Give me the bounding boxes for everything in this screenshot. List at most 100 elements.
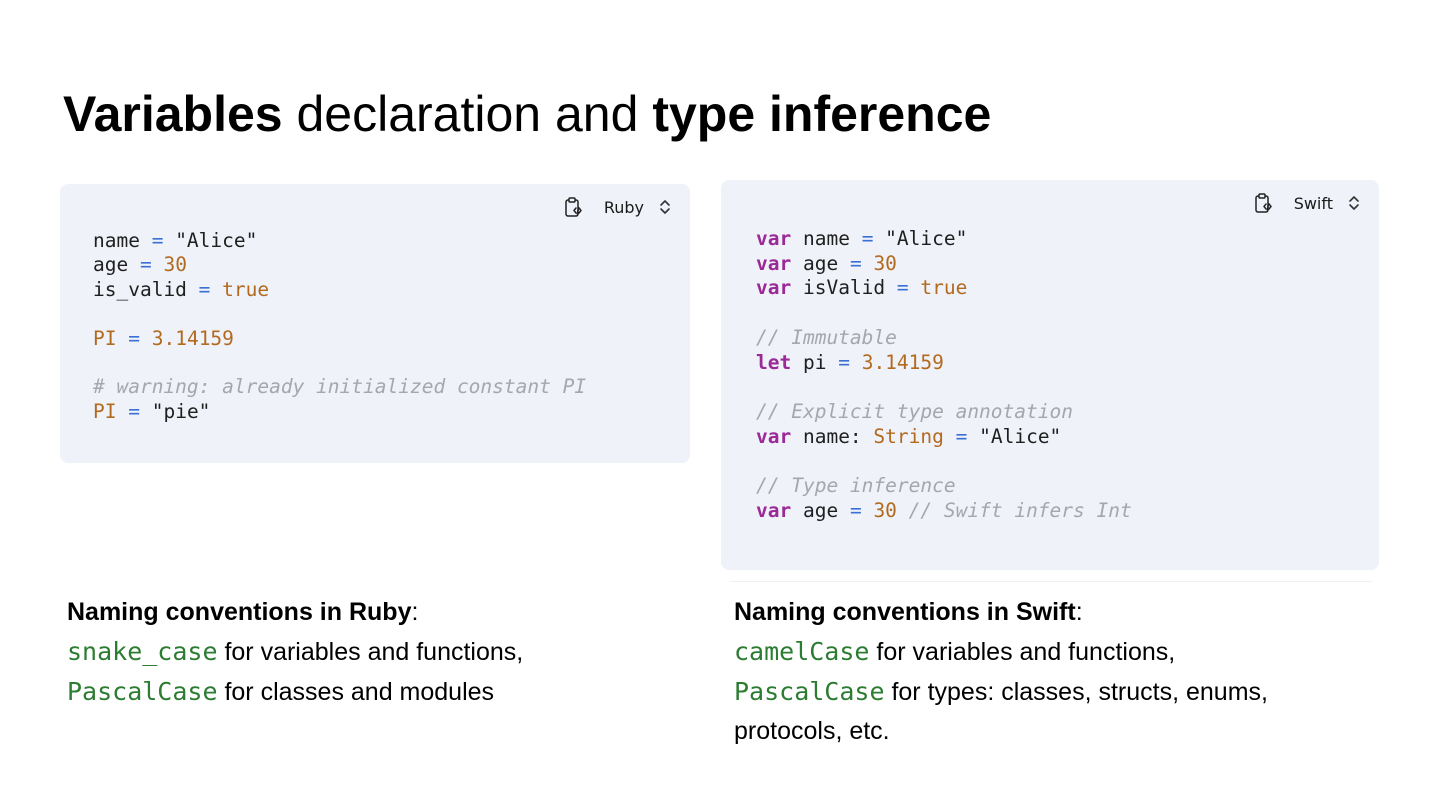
code-token: age bbox=[791, 251, 850, 275]
code-token: var bbox=[756, 424, 792, 448]
swift-code: var name = "Alice" var age = 30 var isVa… bbox=[756, 227, 1132, 523]
pascal-case-code: PascalCase bbox=[734, 677, 885, 706]
code-token: = bbox=[139, 253, 152, 277]
code-token: let bbox=[756, 350, 792, 374]
divider bbox=[730, 581, 1372, 582]
code-line: var age = 30 // Swift infers Int bbox=[756, 499, 1132, 522]
code-line: PI = 3.14159 bbox=[93, 327, 234, 350]
ruby-language-select[interactable]: Ruby bbox=[604, 198, 644, 217]
code-line: PI = "pie" bbox=[93, 400, 210, 423]
swift-naming-conventions: Naming conventions in Swift: camelCase fo… bbox=[734, 593, 1374, 751]
chevron-up-down-icon[interactable] bbox=[658, 198, 672, 216]
code-token: = bbox=[838, 350, 850, 374]
code-line: var age = 30 bbox=[756, 252, 897, 275]
code-token: // Explicit type annotation bbox=[756, 399, 1073, 423]
code-line: // Type inference bbox=[756, 474, 956, 497]
code-token: var bbox=[756, 276, 792, 300]
code-token: name bbox=[93, 229, 152, 252]
title-type-inference: type inference bbox=[652, 86, 992, 142]
code-token: name: bbox=[791, 424, 874, 448]
code-token: "Alice" bbox=[967, 424, 1062, 448]
ruby-rule2-text: for classes and modules bbox=[217, 678, 495, 706]
snake-case-code: snake_case bbox=[67, 637, 218, 666]
code-token: = bbox=[849, 498, 862, 522]
swift-notes-colon: : bbox=[1075, 598, 1083, 626]
code-token: age bbox=[93, 253, 140, 277]
pascal-case-code: PascalCase bbox=[67, 677, 218, 706]
code-token: pi bbox=[791, 350, 839, 374]
code-token: true bbox=[222, 277, 270, 301]
ruby-code-block: Ruby name = "Alice" age = 30 is_valid = … bbox=[60, 184, 690, 463]
swift-rule1-text: for variables and functions, bbox=[869, 638, 1176, 666]
code-token: = bbox=[896, 276, 909, 300]
code-token: 30 bbox=[873, 251, 897, 275]
ruby-code-toolbar: Ruby bbox=[562, 196, 672, 218]
code-token: PI bbox=[93, 399, 117, 423]
code-token: = bbox=[849, 251, 862, 275]
code-line: var isValid = true bbox=[756, 276, 967, 299]
camel-case-code: camelCase bbox=[734, 637, 870, 666]
code-token: age bbox=[791, 498, 850, 522]
code-line: let pi = 3.14159 bbox=[756, 351, 944, 374]
clipboard-code-icon[interactable] bbox=[1252, 192, 1274, 214]
code-line: # warning: already initialized constant … bbox=[93, 375, 586, 398]
swift-code-block: Swift var name = "Alice" var age = 30 va… bbox=[721, 180, 1379, 570]
clipboard-code-icon[interactable] bbox=[562, 196, 584, 218]
slide-title: Variables declaration and type inference bbox=[63, 84, 991, 144]
code-token: "Alice" bbox=[873, 227, 968, 250]
code-token: "pie" bbox=[139, 399, 211, 423]
code-token: PI bbox=[93, 326, 117, 350]
code-line: var name = "Alice" bbox=[756, 227, 967, 250]
code-token: true bbox=[920, 276, 968, 300]
code-token: 3.14159 bbox=[151, 326, 234, 350]
title-middle: declaration and bbox=[282, 86, 653, 142]
code-token: # warning: already initialized constant … bbox=[93, 375, 587, 399]
code-line: is_valid = true bbox=[93, 278, 269, 301]
code-token: = bbox=[955, 424, 968, 448]
code-token: = bbox=[198, 277, 211, 301]
ruby-notes-heading: Naming conventions in Ruby bbox=[67, 598, 412, 626]
code-token: // Swift infers Int bbox=[908, 498, 1132, 522]
code-token: var bbox=[756, 251, 792, 275]
ruby-rule1-text: for variables and functions, bbox=[217, 638, 524, 666]
ruby-naming-conventions: Naming conventions in Ruby: snake_case fo… bbox=[67, 593, 687, 712]
code-token: // Type inference bbox=[756, 474, 956, 498]
swift-language-select[interactable]: Swift bbox=[1294, 194, 1333, 213]
code-line: // Immutable bbox=[756, 326, 897, 349]
code-token: 30 bbox=[873, 498, 897, 522]
swift-notes-heading: Naming conventions in Swift bbox=[734, 598, 1076, 626]
code-token: var bbox=[756, 498, 792, 522]
code-token: name bbox=[791, 227, 862, 250]
ruby-notes-colon: : bbox=[411, 598, 419, 626]
code-token: isValid bbox=[791, 276, 897, 300]
code-token: = bbox=[128, 326, 140, 350]
code-line: name = "Alice" bbox=[93, 229, 257, 252]
code-token: // Immutable bbox=[756, 325, 897, 349]
code-token: String bbox=[873, 424, 944, 448]
code-token: 30 bbox=[163, 253, 187, 277]
title-variables: Variables bbox=[63, 86, 283, 142]
code-token: var bbox=[756, 227, 792, 250]
ruby-code: name = "Alice" age = 30 is_valid = true … bbox=[93, 229, 586, 424]
code-line: age = 30 bbox=[93, 253, 187, 276]
code-line: // Explicit type annotation bbox=[756, 400, 1073, 423]
chevron-up-down-icon[interactable] bbox=[1347, 194, 1361, 212]
code-token: 3.14159 bbox=[861, 350, 944, 374]
code-token: "Alice" bbox=[163, 229, 258, 252]
code-token: = bbox=[128, 399, 140, 423]
code-token: = bbox=[151, 229, 164, 252]
code-token: is_valid bbox=[93, 277, 199, 301]
swift-code-toolbar: Swift bbox=[1252, 192, 1361, 214]
code-line: var name: String = "Alice" bbox=[756, 425, 1061, 448]
